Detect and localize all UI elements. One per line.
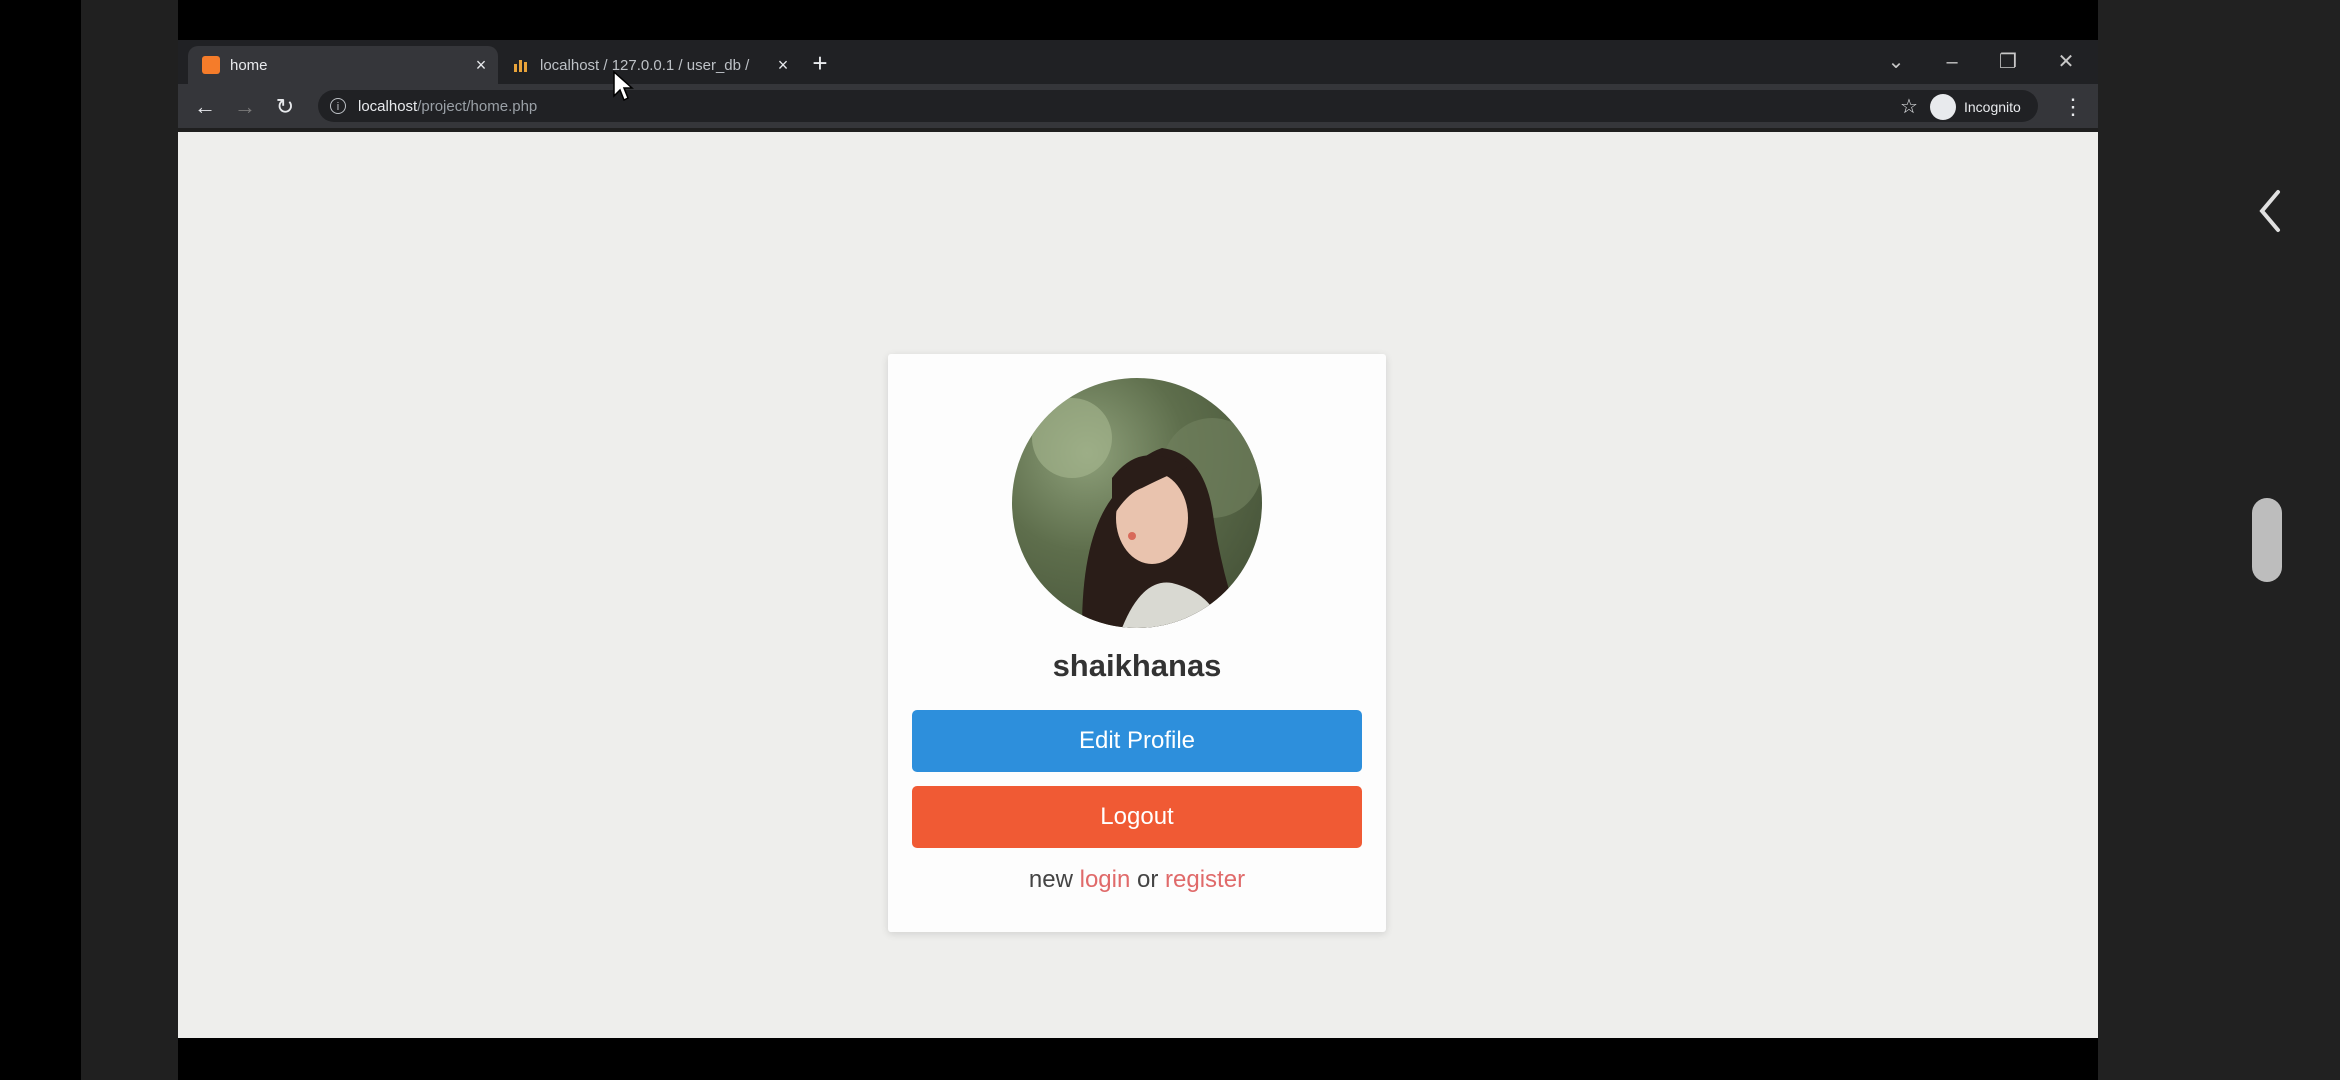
address-bar[interactable]: i localhost/project/home.php [318, 90, 2038, 122]
minimize-icon[interactable]: – [1932, 44, 1972, 80]
profile-label: Incognito [1964, 99, 2021, 115]
page-viewport: shaikhanas Edit Profile Logout new login… [178, 132, 2098, 1038]
avatar-portrait-icon [1032, 398, 1262, 628]
restore-icon[interactable]: ❐ [1988, 44, 2028, 80]
right-side-panel [2098, 0, 2340, 1080]
left-side-panel [81, 0, 178, 1080]
incognito-profile[interactable]: Incognito [1930, 92, 2021, 122]
browser-toolbar: ← → ↻ i localhost/project/home.php ☆ Inc… [178, 84, 2098, 128]
tab-search-icon[interactable]: ⌄ [1876, 44, 1916, 80]
footer-prefix: new [1028, 866, 1073, 893]
close-tab-icon[interactable]: × [770, 55, 796, 76]
footer-middle: or [1137, 866, 1159, 893]
username-label: shaikhanas [1052, 648, 1222, 683]
tab-title: localhost / 127.0.0.1 / user_db / [540, 56, 750, 74]
reload-icon[interactable]: ↻ [268, 90, 302, 124]
url-path: /project/home.php [417, 97, 538, 115]
register-link[interactable]: register [1165, 866, 1245, 893]
profile-card: shaikhanas Edit Profile Logout new login… [888, 354, 1386, 932]
login-link[interactable]: login [1080, 866, 1131, 893]
new-tab-button[interactable]: + [804, 48, 836, 80]
browser-menu-icon[interactable]: ⋮ [2058, 90, 2088, 124]
tab-phpmyadmin[interactable]: localhost / 127.0.0.1 / user_db / × [498, 46, 800, 84]
mouse-pointer-icon [613, 70, 634, 102]
forward-icon[interactable]: → [228, 90, 262, 124]
bookmark-star-icon[interactable]: ☆ [1892, 90, 1926, 124]
chevron-left-icon[interactable] [2252, 186, 2288, 236]
site-info-icon[interactable]: i [330, 98, 346, 114]
home-favicon-icon [202, 56, 220, 74]
url-host: localhost [358, 97, 418, 115]
auth-links: new login or register [888, 866, 1386, 894]
profile-avatar [1012, 378, 1262, 628]
close-tab-icon[interactable]: × [468, 55, 494, 76]
close-window-icon[interactable]: ✕ [2046, 44, 2086, 80]
edit-profile-button[interactable]: Edit Profile [912, 710, 1362, 772]
bottom-black-bar [178, 1038, 2098, 1080]
incognito-icon [1930, 94, 1956, 120]
tab-strip: home × localhost / 127.0.0.1 / user_db /… [178, 40, 2098, 84]
scroll-handle[interactable] [2252, 498, 2282, 582]
tab-title: home [230, 56, 268, 74]
browser-window: home × localhost / 127.0.0.1 / user_db /… [178, 40, 2098, 1038]
phpmyadmin-favicon-icon [512, 56, 530, 74]
tab-home[interactable]: home × [188, 46, 498, 84]
left-black-bar [0, 0, 81, 1080]
back-icon[interactable]: ← [188, 90, 222, 124]
logout-button[interactable]: Logout [912, 786, 1362, 848]
